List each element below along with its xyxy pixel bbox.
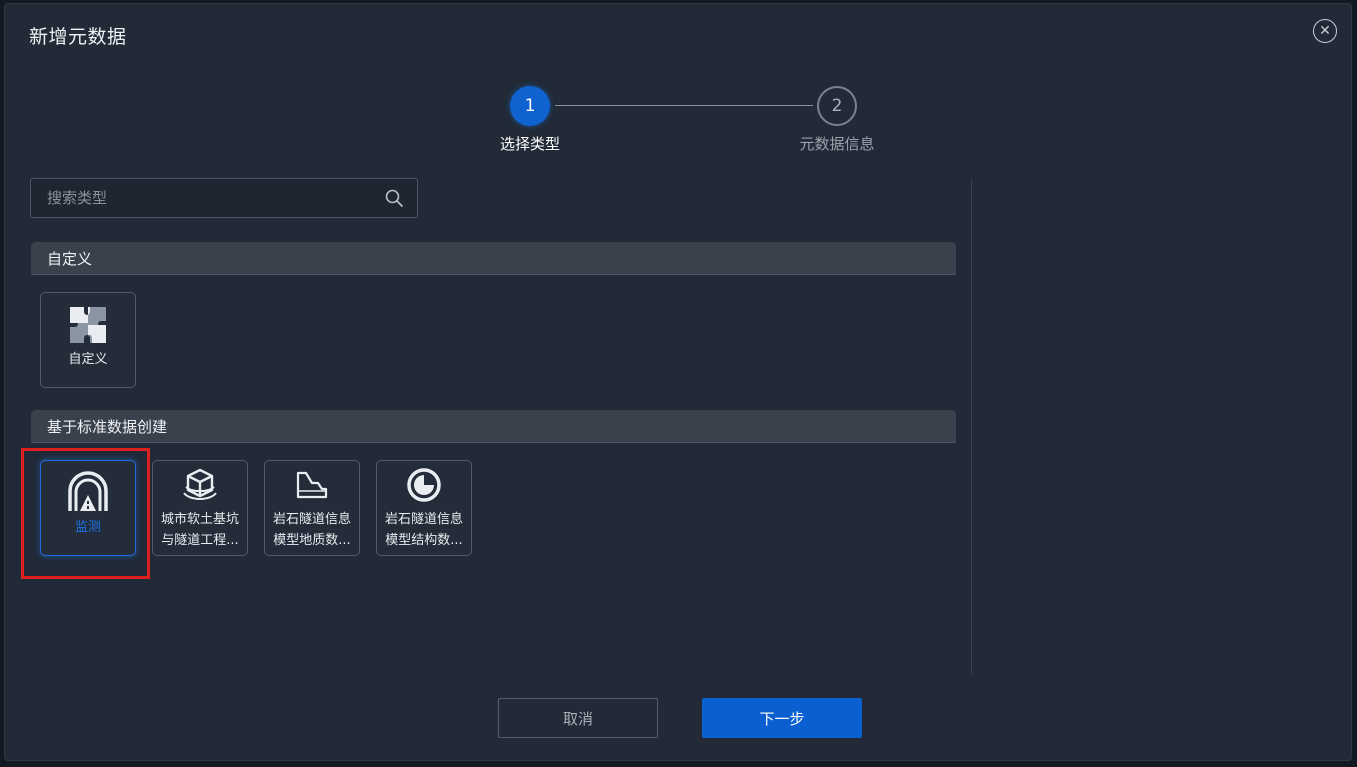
tile-label-line1: 岩石隧道信息 bbox=[272, 512, 351, 527]
search-box bbox=[30, 178, 418, 218]
tunnel-icon bbox=[66, 471, 110, 515]
pie-chart-icon bbox=[404, 465, 444, 505]
cube-icon bbox=[180, 465, 220, 505]
type-tile-monitoring[interactable]: 监测 bbox=[40, 460, 136, 556]
terrain-icon bbox=[292, 465, 332, 505]
tile-label: 自定义 bbox=[68, 352, 108, 367]
type-tile-rock-tunnel-structure[interactable]: 岩石隧道信息 模型结构数... bbox=[376, 460, 472, 556]
tile-label-line2: 与隧道工程... bbox=[161, 533, 239, 548]
type-tile-custom[interactable]: 自定义 bbox=[40, 292, 136, 388]
tile-label-line1: 城市软土基坑 bbox=[160, 512, 239, 527]
close-circle-icon[interactable]: ✕ bbox=[1313, 19, 1337, 43]
search-icon[interactable] bbox=[383, 187, 405, 209]
type-tile-soft-soil-pit-tunnel[interactable]: 城市软土基坑 与隧道工程... bbox=[152, 460, 248, 556]
section-header-custom: 自定义 bbox=[31, 242, 956, 275]
next-step-button[interactable]: 下一步 bbox=[702, 698, 862, 738]
dialog-title: 新增元数据 bbox=[29, 26, 127, 48]
section-header-standard: 基于标准数据创建 bbox=[31, 410, 956, 443]
tile-label-line2: 模型地质数... bbox=[273, 533, 351, 548]
tile-label-line2: 模型结构数... bbox=[385, 533, 463, 548]
search-input[interactable] bbox=[31, 179, 383, 217]
step-2-indicator: 2 bbox=[817, 86, 857, 126]
step-1-label: 选择类型 bbox=[499, 135, 560, 153]
step-1-indicator: 1 bbox=[510, 86, 550, 126]
tile-label-line1: 岩石隧道信息 bbox=[384, 512, 463, 527]
puzzle-icon bbox=[66, 303, 110, 347]
type-tile-rock-tunnel-geology[interactable]: 岩石隧道信息 模型地质数... bbox=[264, 460, 360, 556]
new-metadata-dialog: 新增元数据 ✕ 1 2 选择类型 元数据信息 自定义 自定义 基于标准数据创建 bbox=[4, 3, 1352, 761]
step-2-label: 元数据信息 bbox=[799, 135, 875, 153]
cancel-button[interactable]: 取消 bbox=[498, 698, 658, 738]
step-connector-line bbox=[555, 105, 813, 106]
tile-label: 监测 bbox=[74, 520, 101, 535]
panel-divider bbox=[971, 179, 972, 674]
